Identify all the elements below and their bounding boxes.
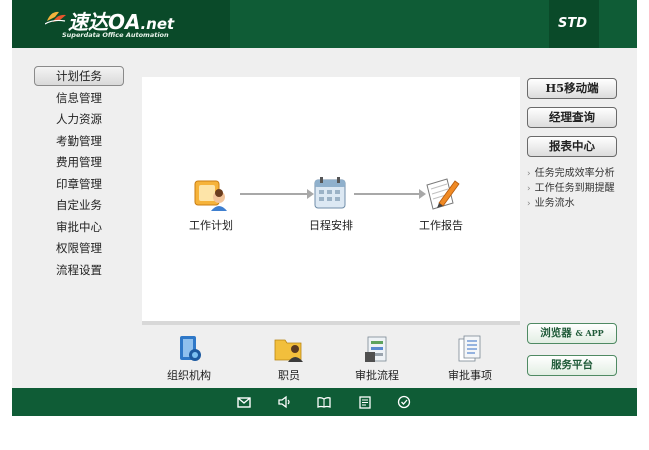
calendar-icon	[314, 177, 346, 209]
organization-icon	[180, 336, 201, 361]
nav-item-workflow-settings[interactable]: 流程设置	[34, 260, 124, 282]
flow-node-schedule[interactable]: 日程安排	[296, 175, 366, 233]
shortcut-organization[interactable]: 组织机构	[154, 334, 224, 383]
logo-area: 速达OA.net Superdata Office Automation	[12, 0, 230, 48]
link-label: 工作任务到期提醒	[534, 183, 615, 194]
flow-node-label: 日程安排	[309, 219, 353, 232]
book-icon[interactable]	[316, 394, 332, 410]
app-frame: 速达OA.net Superdata Office Automation STD…	[12, 0, 637, 416]
approval-flow-icon	[365, 336, 387, 362]
report-center-button[interactable]: 报表中心	[527, 136, 617, 157]
document-icon[interactable]	[357, 394, 373, 410]
nav-item-human-resources[interactable]: 人力资源	[34, 109, 124, 131]
logo-subtitle: Superdata Office Automation	[62, 31, 169, 39]
nav-item-expenses[interactable]: 费用管理	[34, 152, 124, 174]
nav-item-info-management[interactable]: 信息管理	[34, 88, 124, 110]
flow-node-label: 工作报告	[419, 219, 463, 232]
chevron-right-icon: ›	[527, 184, 531, 194]
workflow-panel: 工作计划 日程安排 工作报告	[142, 77, 520, 325]
link-task-efficiency[interactable]: › 任务完成效率分析	[527, 166, 637, 181]
shortcut-label: 组织机构	[167, 369, 211, 382]
link-business-journal[interactable]: › 业务流水	[527, 196, 637, 211]
shortcut-bar: 组织机构 职员 审批流程 审批事项	[142, 330, 520, 386]
browser-app-suffix: & APP	[575, 328, 604, 338]
shortcut-approval-flow[interactable]: 审批流程	[342, 334, 412, 383]
link-label: 任务完成效率分析	[534, 168, 615, 179]
service-platform-button[interactable]: 服务平台	[527, 355, 617, 376]
mail-icon[interactable]	[236, 394, 252, 410]
shortcut-staff[interactable]: 职员	[254, 334, 324, 383]
nav-item-permissions[interactable]: 权限管理	[34, 238, 124, 260]
header-bar: 速达OA.net Superdata Office Automation STD	[12, 0, 637, 48]
browser-app-label: 浏览器	[540, 327, 572, 339]
flow-node-work-report[interactable]: 工作报告	[406, 175, 476, 233]
browser-app-button[interactable]: 浏览器 & APP	[527, 323, 617, 344]
speaker-icon[interactable]	[276, 394, 292, 410]
work-plan-icon	[194, 180, 227, 211]
shortcut-label: 审批事项	[448, 369, 492, 382]
link-task-due-reminder[interactable]: › 工作任务到期提醒	[527, 181, 637, 196]
check-circle-icon[interactable]	[396, 394, 412, 410]
left-nav: 计划任务 信息管理 人力资源 考勤管理 费用管理 印章管理 自定业务 审批中心 …	[34, 66, 124, 281]
quick-links: › 任务完成效率分析 › 工作任务到期提醒 › 业务流水	[527, 166, 637, 211]
nav-item-plan-tasks[interactable]: 计划任务	[34, 66, 124, 86]
shortcut-label: 职员	[278, 369, 300, 382]
nav-item-approval-center[interactable]: 审批中心	[34, 217, 124, 239]
h5-mobile-button[interactable]: H5移动端	[527, 78, 617, 99]
manager-query-button[interactable]: 经理查询	[527, 107, 617, 128]
flow-node-work-plan[interactable]: 工作计划	[176, 175, 246, 233]
report-icon	[426, 178, 460, 210]
nav-item-seal-management[interactable]: 印章管理	[34, 174, 124, 196]
footer-bar	[12, 388, 637, 416]
shortcut-label: 审批流程	[355, 369, 399, 382]
shortcut-approval-items[interactable]: 审批事项	[435, 334, 505, 383]
nav-item-custom-business[interactable]: 自定业务	[34, 195, 124, 217]
chevron-right-icon: ›	[527, 199, 531, 209]
flow-node-label: 工作计划	[189, 219, 233, 232]
link-label: 业务流水	[534, 198, 575, 209]
approval-items-icon	[458, 335, 481, 362]
nav-item-attendance[interactable]: 考勤管理	[34, 131, 124, 153]
staff-folder-icon	[274, 339, 303, 362]
edition-label: STD	[557, 16, 587, 31]
logo-icon	[45, 11, 66, 25]
chevron-right-icon: ›	[527, 169, 531, 179]
